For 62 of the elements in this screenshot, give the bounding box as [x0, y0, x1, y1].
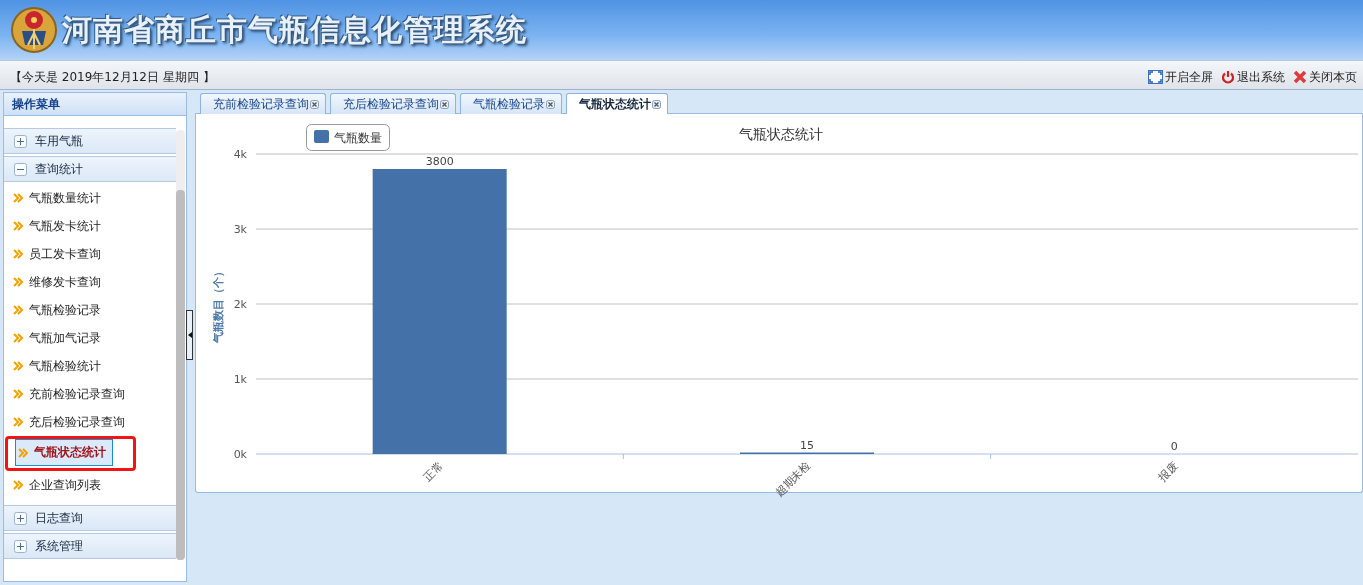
axis-tick-label: 0k: [233, 448, 247, 461]
close-icon[interactable]: [546, 99, 555, 109]
data-label: 0: [1170, 440, 1178, 453]
axis-tick-label: 3k: [233, 223, 247, 236]
axis-tick-label: 2k: [233, 298, 247, 311]
chevron-icon: [13, 417, 23, 427]
system-title: 河南省商丘市气瓶信息化管理系统: [62, 10, 527, 49]
menu-item[interactable]: 充前检验记录查询: [4, 380, 176, 408]
y-axis-title: 气瓶数目（个）: [212, 265, 225, 343]
menu-group-header[interactable]: 查询统计: [4, 156, 176, 182]
menu-item[interactable]: 气瓶检验统计: [4, 352, 176, 380]
chart-legend[interactable]: 气瓶数量: [306, 124, 390, 151]
axis-tick-label: 1k: [233, 373, 247, 386]
category-label: 报废: [1155, 458, 1181, 484]
axis-tick-label: 4k: [233, 148, 247, 161]
menu-group-header[interactable]: 日志查询: [4, 505, 176, 531]
collapse-handle[interactable]: [186, 310, 193, 360]
power-icon: [1221, 70, 1235, 84]
close-link[interactable]: 关闭本页: [1293, 68, 1357, 86]
tab[interactable]: 气瓶检验记录: [460, 93, 562, 114]
close-icon[interactable]: [440, 99, 449, 109]
menu-title: 操作菜单: [4, 93, 186, 116]
date-text: 【今天是 2019年12月12日 星期四 】: [10, 68, 216, 86]
legend-label: 气瓶数量: [334, 131, 382, 145]
chevron-icon: [13, 361, 23, 371]
data-label: 3800: [425, 155, 454, 168]
menu-item[interactable]: 企业查询列表: [4, 471, 176, 499]
collapse-arrow-icon: [187, 332, 192, 338]
tab[interactable]: 气瓶状态统计: [566, 93, 668, 115]
chevron-icon: [13, 221, 23, 231]
close-icon[interactable]: [310, 99, 319, 109]
menu-item[interactable]: 充后检验记录查询: [4, 408, 176, 436]
menu-item[interactable]: 气瓶发卡统计: [4, 212, 176, 240]
menu-item[interactable]: 气瓶状态统计: [15, 439, 113, 466]
menu-group-header[interactable]: 系统管理: [4, 533, 176, 559]
fullscreen-link[interactable]: 开启全屏: [1148, 68, 1213, 86]
category-label: 超期未检: [772, 458, 814, 500]
fullscreen-icon: [1148, 70, 1163, 84]
data-label: 15: [800, 438, 814, 452]
chevron-icon: [18, 447, 28, 458]
chevron-icon: [13, 333, 23, 343]
tab[interactable]: 充前检验记录查询: [200, 93, 326, 114]
chevron-icon: [13, 249, 23, 259]
menu-item[interactable]: 员工发卡查询: [4, 240, 176, 268]
scrollbar[interactable]: [176, 130, 185, 560]
tab[interactable]: 充后检验记录查询: [330, 93, 456, 114]
menu-item[interactable]: 气瓶数量统计: [4, 184, 176, 212]
category-label: 正常: [421, 458, 446, 484]
chevron-icon: [13, 480, 23, 490]
menu-group-header[interactable]: 车用气瓶: [4, 128, 176, 154]
close-icon[interactable]: [652, 100, 661, 109]
close-icon: [1293, 70, 1307, 84]
chart-title: 气瓶状态统计: [739, 126, 823, 142]
chevron-icon: [13, 389, 23, 399]
menu-item[interactable]: 气瓶检验记录: [4, 296, 176, 324]
chevron-icon: [13, 193, 23, 203]
logout-link[interactable]: 退出系统: [1221, 68, 1285, 86]
menu-item[interactable]: 气瓶加气记录: [4, 324, 176, 352]
chevron-icon: [13, 277, 23, 287]
emblem-icon: [10, 5, 58, 55]
menu-item[interactable]: 维修发卡查询: [4, 268, 176, 296]
chevron-icon: [13, 305, 23, 315]
